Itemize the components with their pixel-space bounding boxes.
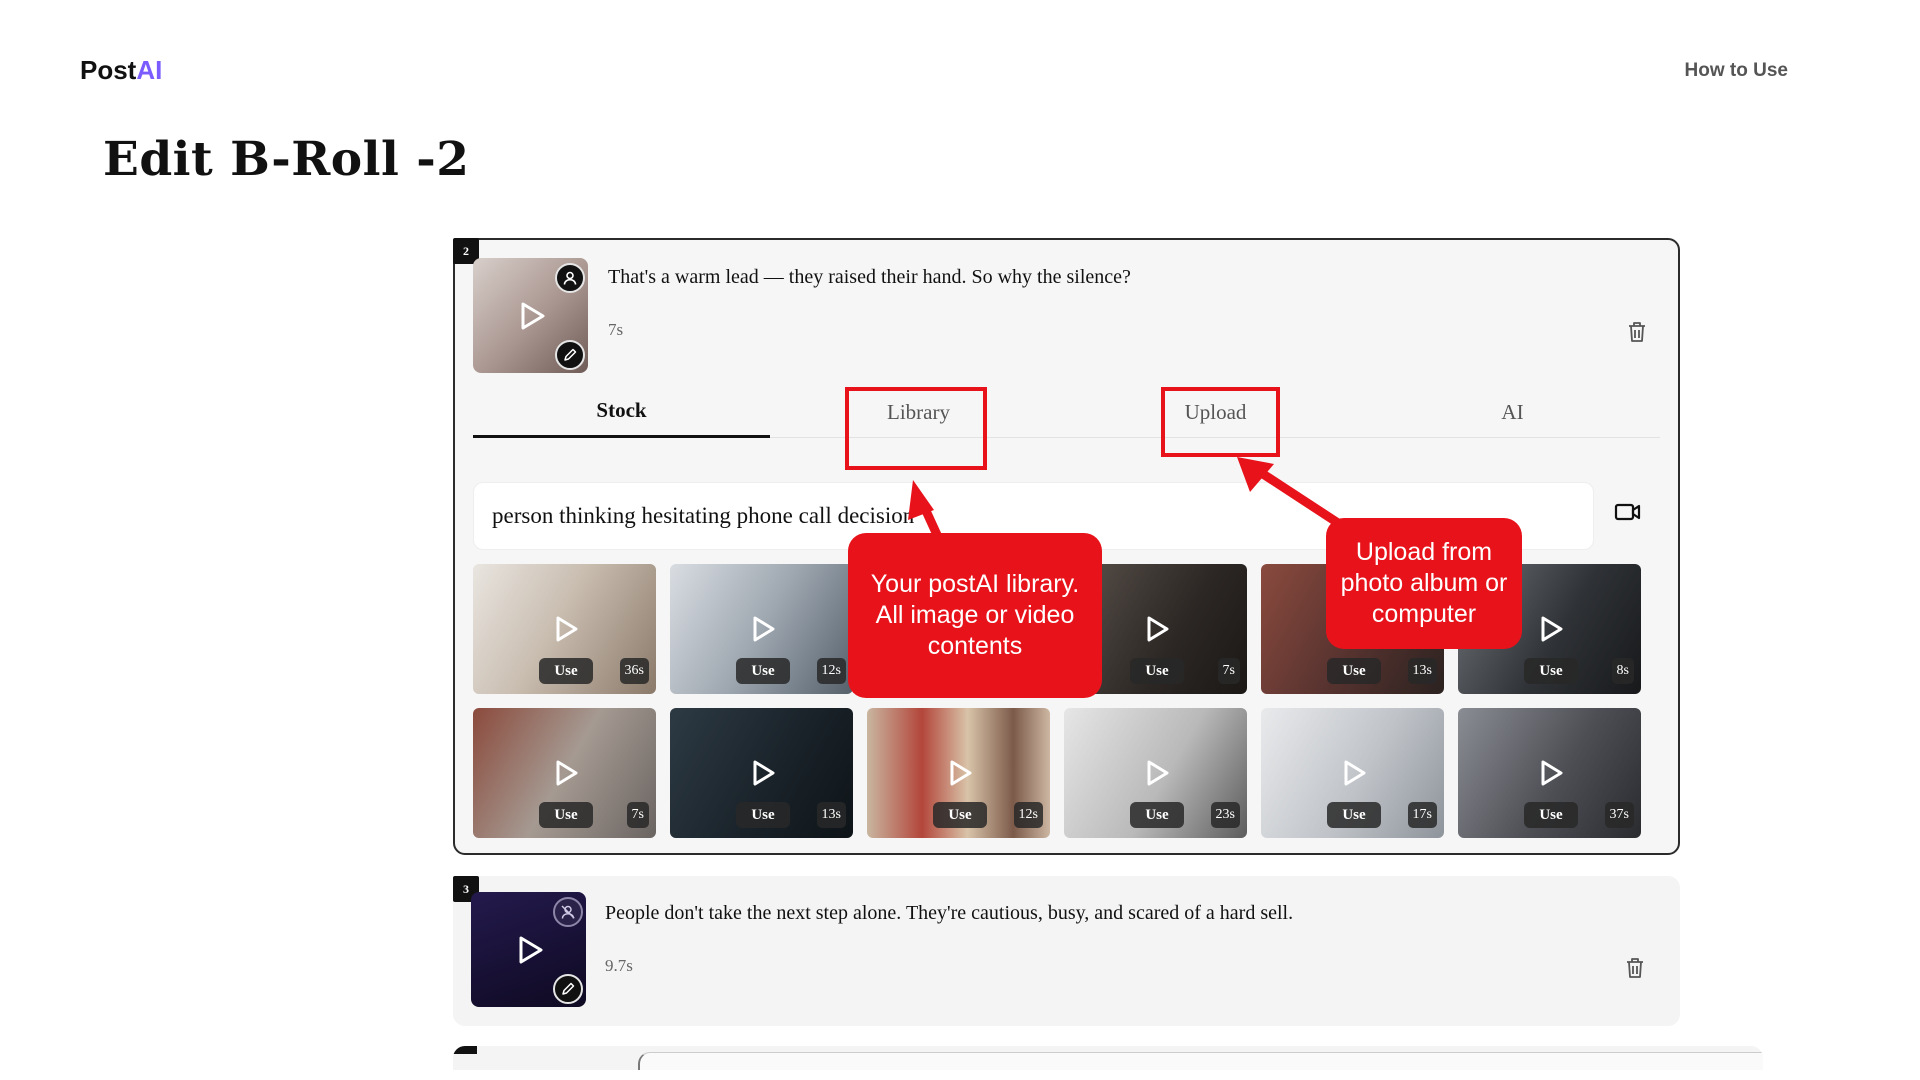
tile-duration: 7s [626,802,649,828]
tile-duration: 12s [816,658,846,684]
play-icon [556,760,577,786]
tile-duration: 37s [1604,802,1634,828]
pencil-icon[interactable] [555,340,585,370]
scene-script-text[interactable]: People don't take the next step alone. T… [605,902,1293,925]
trash-icon[interactable] [1626,320,1648,344]
library-tab-highlight [845,387,987,470]
stock-video-tile[interactable]: Use 13s [670,708,853,838]
stock-video-tile[interactable]: Use 37s [1458,708,1641,838]
stock-video-tile[interactable]: Use 7s [473,708,656,838]
play-icon [753,616,774,642]
scene-card-3: 3 People don't take the next step alone.… [453,876,1680,1026]
logo-accent-text: AI [136,55,163,85]
logo-main-text: Post [80,55,137,85]
scene-thumbnail[interactable] [473,258,588,373]
person-off-icon[interactable] [553,897,583,927]
scene-duration: 7s [608,320,624,339]
library-callout: Your postAI library. All image or video … [848,533,1102,698]
pencil-icon[interactable] [553,974,583,1004]
how-to-use-link[interactable]: How to Use [1685,60,1788,82]
stock-video-tile[interactable]: Use 36s [473,564,656,694]
play-icon [753,760,774,786]
video-camera-icon[interactable] [1614,502,1642,522]
play-icon [1541,760,1562,786]
play-icon[interactable] [512,933,546,967]
use-button[interactable]: Use [1327,658,1381,684]
app-logo[interactable]: PostAI [80,55,162,86]
upload-callout: Upload from photo album or computer [1326,518,1522,649]
person-icon[interactable] [555,263,585,293]
play-icon [556,616,577,642]
scene-script-text[interactable]: That's a warm lead — they raised their h… [608,266,1131,289]
tile-duration: 8s [1611,658,1634,684]
scene-duration: 9.7s [605,956,633,975]
use-button[interactable]: Use [933,802,987,828]
play-icon [1344,760,1365,786]
tile-duration: 36s [619,658,649,684]
use-button[interactable]: Use [1524,802,1578,828]
play-icon [1147,760,1168,786]
use-button[interactable]: Use [736,658,790,684]
upload-tab-highlight [1161,387,1280,457]
use-button[interactable]: Use [539,802,593,828]
use-button[interactable]: Use [1524,658,1578,684]
play-icon [950,760,971,786]
play-icon [1541,616,1562,642]
tile-duration: 12s [1013,802,1043,828]
use-button[interactable]: Use [736,802,790,828]
use-button[interactable]: Use [1130,802,1184,828]
tile-duration: 13s [1407,658,1437,684]
tab-ai[interactable]: AI [1364,386,1661,438]
play-icon [1147,616,1168,642]
media-source-tabs: Stock Library Upload AI [473,386,1660,438]
tile-duration: 7s [1217,658,1240,684]
tab-stock[interactable]: Stock [473,386,770,438]
scene-number-badge [453,1046,477,1054]
scene-thumbnail[interactable] [471,892,586,1007]
stock-video-tile[interactable]: Use 17s [1261,708,1444,838]
play-icon[interactable] [514,299,548,333]
use-button[interactable]: Use [1327,802,1381,828]
trash-icon[interactable] [1624,956,1646,980]
scene-content-edge [638,1052,1763,1070]
stock-video-tile[interactable]: Use 12s [670,564,853,694]
use-button[interactable]: Use [539,658,593,684]
page-title: Edit B-Roll -2 [103,132,470,187]
stock-video-tile[interactable]: Use 23s [1064,708,1247,838]
stock-video-tile[interactable]: Use 12s [867,708,1050,838]
scene-card-4 [453,1046,1763,1070]
use-button[interactable]: Use [1130,658,1184,684]
tile-duration: 17s [1407,802,1437,828]
tile-duration: 13s [816,802,846,828]
tile-duration: 23s [1210,802,1240,828]
